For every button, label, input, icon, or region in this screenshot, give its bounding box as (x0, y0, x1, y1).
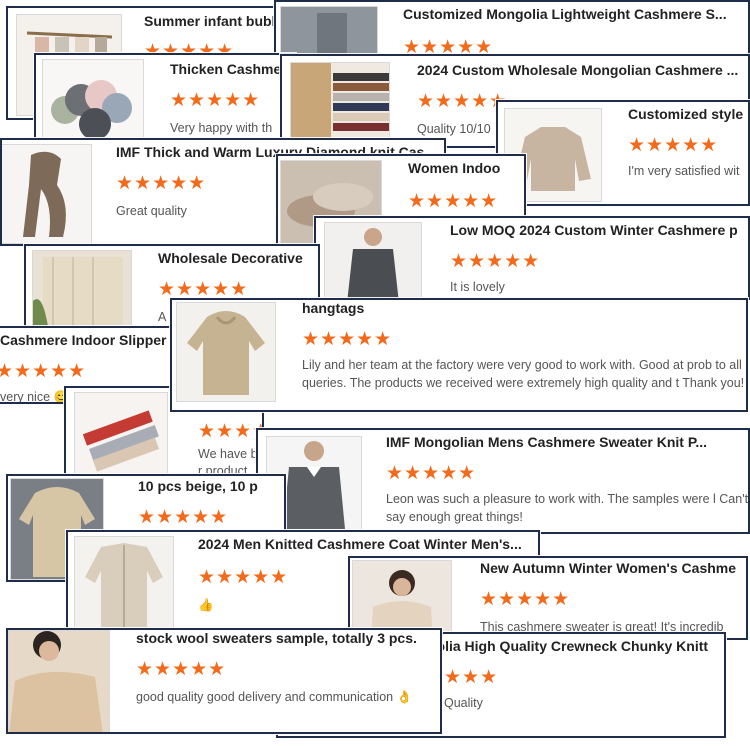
rating-stars: ★★★★★ (170, 90, 261, 111)
review-text: Very happy with th (170, 121, 273, 135)
review-text: Quality (444, 696, 483, 710)
rating-stars: ★★★★★ (417, 91, 508, 112)
review-text: Great quality (116, 204, 187, 218)
rating-stars: ★★★ (444, 667, 499, 688)
review-card[interactable]: Low MOQ 2024 Custom Winter Cashmere p ★★… (314, 216, 750, 300)
product-image (176, 302, 276, 402)
product-title: IMF Mongolian Mens Cashmere Sweater Knit… (386, 434, 708, 450)
review-card[interactable]: IMF Mongolian Mens Cashmere Sweater Knit… (256, 428, 750, 534)
rating-stars: ★★★★★ (136, 659, 227, 680)
product-title: Women Indoo (408, 160, 501, 176)
product-title: hangtags (302, 300, 365, 316)
rating-stars: ★★★★★ (628, 135, 719, 156)
review-text: Quality 10/10 (417, 122, 491, 136)
rating-stars: ★★★★★ (138, 507, 229, 528)
review-text: Leon was such a pleasure to work with. T… (386, 492, 749, 524)
product-title: Thicken Cashme (170, 61, 282, 77)
product-image (2, 144, 92, 244)
rating-stars: ★★★★★ (198, 567, 289, 588)
rating-stars: ★★★★★ (480, 589, 571, 610)
rating-stars: ★★★★★ (116, 173, 207, 194)
product-title: stock wool sweaters sample, totally 3 pc… (136, 630, 417, 646)
product-title: Low MOQ 2024 Custom Winter Cashmere p (450, 222, 738, 238)
rating-stars: ★★★★★ (386, 463, 477, 484)
rating-stars: ★★★★★ (302, 329, 393, 350)
product-image (290, 62, 390, 146)
review-text: Lily and her team at the factory were ve… (302, 358, 745, 390)
review-text: I'm very satisfied wit (628, 164, 740, 178)
product-title: Summer infant bubble (144, 13, 292, 29)
product-image (8, 630, 110, 732)
product-title: New Autumn Winter Women's Cashme (480, 560, 737, 576)
product-image (280, 6, 378, 56)
product-image (74, 392, 168, 476)
product-image (324, 222, 422, 298)
rating-stars: ★★★★★ (450, 251, 541, 272)
product-title: Wholesale Decorative (158, 250, 303, 266)
review-card[interactable]: Thicken Cashme ★★★★★ Very happy with th (34, 53, 296, 151)
product-image (42, 59, 144, 149)
product-title: Customized Mongolia Lightweight Cashmere… (403, 6, 727, 22)
review-card[interactable]: Customized Mongolia Lightweight Cashmere… (274, 0, 750, 58)
rating-stars: ★★★★★ (408, 191, 499, 212)
review-text: It is lovely (450, 280, 505, 294)
product-title: 10 pcs beige, 10 p (138, 478, 258, 494)
product-title: Customized style (628, 106, 744, 122)
product-title: golia High Quality Crewneck Chunky Knitt (428, 638, 709, 654)
rating-stars: ★★★★★ (158, 279, 249, 300)
review-text: 👍 (198, 598, 214, 612)
review-text: A (158, 310, 167, 324)
review-card[interactable]: Customized style ★★★★★ I'm very satisfie… (496, 100, 750, 206)
review-text: very nice 😊 (0, 390, 70, 404)
rating-stars: ★★★★★ (0, 361, 87, 382)
product-image (32, 250, 132, 332)
review-card[interactable]: hangtags ★★★★★ Lily and her team at the … (170, 298, 748, 412)
review-card[interactable]: stock wool sweaters sample, totally 3 pc… (6, 628, 442, 734)
product-image (74, 536, 174, 628)
review-text: good quality good delivery and communica… (136, 690, 413, 704)
product-title: 2024 Custom Wholesale Mongolian Cashmere… (417, 62, 739, 78)
rating-stars: ★★★★ (198, 421, 264, 442)
product-title: Cashmere Indoor Slipper (0, 332, 167, 348)
product-title: 2024 Men Knitted Cashmere Coat Winter Me… (198, 536, 522, 552)
